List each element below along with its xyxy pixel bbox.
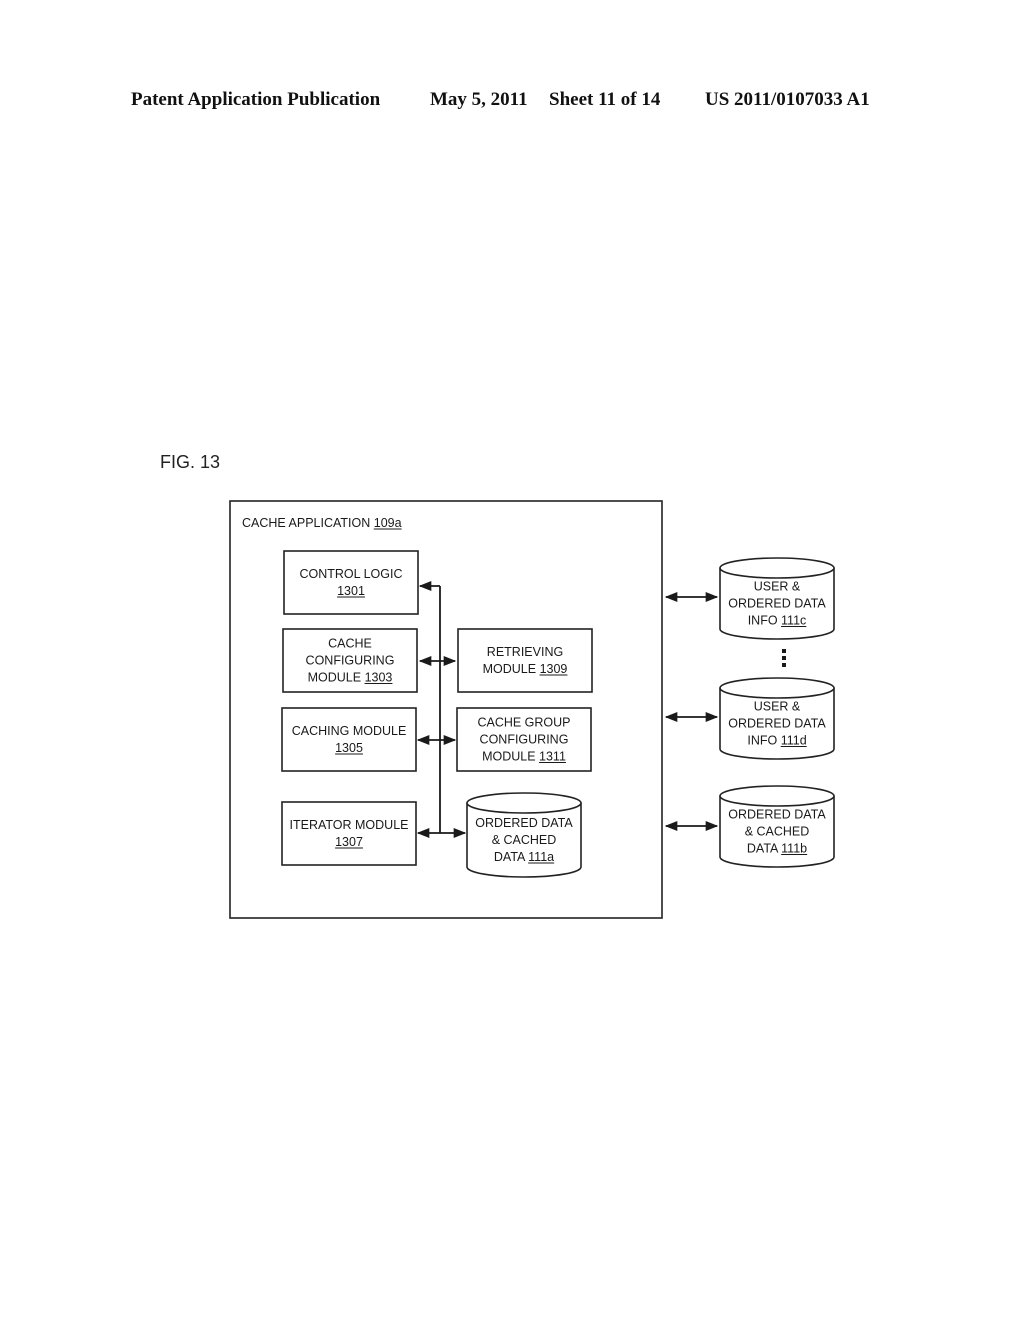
database-label-line: DATA 111a xyxy=(494,850,554,864)
database-label-line: ORDERED DATA xyxy=(728,808,826,822)
module-ref: 1311 xyxy=(539,750,566,764)
module-cache-configuring: CACHE CONFIGURING MODULE 1303 xyxy=(282,628,418,693)
database-ref: 111c xyxy=(781,614,806,628)
module-retrieving: RETRIEVING MODULE 1309 xyxy=(457,628,593,693)
module-label-line: MODULE 1303 xyxy=(308,671,393,685)
module-label-line: CACHE xyxy=(328,637,372,651)
module-box xyxy=(281,801,417,866)
module-label-line: CACHING MODULE xyxy=(292,724,407,738)
module-ref: 1307 xyxy=(335,835,363,849)
module-ref: 1303 xyxy=(365,671,393,685)
module-label-line: CONTROL LOGIC xyxy=(299,567,402,581)
database-ref: 111d xyxy=(781,734,807,748)
database-label-line: INFO 111c xyxy=(748,614,807,628)
database-label-line: & CACHED xyxy=(492,833,557,847)
module-label-line: MODULE 1309 xyxy=(483,662,568,676)
database-label-line: USER & xyxy=(754,700,801,714)
database-label-line: ORDERED DATA xyxy=(728,597,826,611)
database-label-line: ORDERED DATA xyxy=(475,816,573,830)
cylinder-top xyxy=(719,677,835,699)
ellipsis-dots xyxy=(782,649,786,667)
module-label-line: RETRIEVING xyxy=(487,645,563,659)
database-ref: 111a xyxy=(528,850,554,864)
container-title: CACHE APPLICATION 109a xyxy=(242,516,402,530)
database-ordered-cached-111a: ORDERED DATA & CACHED DATA 111a xyxy=(466,792,582,878)
database-label-line: & CACHED xyxy=(745,825,810,839)
module-box xyxy=(281,707,417,772)
container-title-text: CACHE APPLICATION xyxy=(242,516,374,530)
module-box xyxy=(457,628,593,693)
diagram-canvas: CACHE APPLICATION 109a CONTROL LOGIC 1301… xyxy=(229,500,835,919)
module-label-line: CONFIGURING xyxy=(306,654,395,668)
module-iterator: ITERATOR MODULE 1307 xyxy=(281,801,417,866)
module-control-logic: CONTROL LOGIC 1301 xyxy=(283,550,419,615)
module-label-line: CACHE GROUP xyxy=(477,716,570,730)
module-cache-group-configuring: CACHE GROUP CONFIGURING MODULE 1311 xyxy=(456,707,592,772)
module-box xyxy=(283,550,419,615)
container-ref: 109a xyxy=(374,516,402,530)
database-ordered-cached-111b: ORDERED DATA & CACHED DATA 111b xyxy=(719,785,835,868)
database-user-ordered-111d: USER & ORDERED DATA INFO 111d xyxy=(719,677,835,760)
database-label-line: USER & xyxy=(754,580,801,594)
module-label-line: MODULE 1311 xyxy=(482,750,566,764)
module-label-line: ITERATOR MODULE xyxy=(290,818,409,832)
database-user-ordered-111c: USER & ORDERED DATA INFO 111c xyxy=(719,557,835,640)
database-ref: 111b xyxy=(781,842,807,856)
cylinder-top xyxy=(466,792,582,814)
module-ref: 1305 xyxy=(335,741,363,755)
database-label-line: INFO 111d xyxy=(747,734,806,748)
database-label-line: DATA 111b xyxy=(747,842,807,856)
module-label-line: CONFIGURING xyxy=(480,733,569,747)
cylinder-top xyxy=(719,557,835,579)
cylinder-top xyxy=(719,785,835,807)
module-ref: 1301 xyxy=(337,584,365,598)
module-ref: 1309 xyxy=(540,662,568,676)
module-caching: CACHING MODULE 1305 xyxy=(281,707,417,772)
database-label-line: ORDERED DATA xyxy=(728,717,826,731)
